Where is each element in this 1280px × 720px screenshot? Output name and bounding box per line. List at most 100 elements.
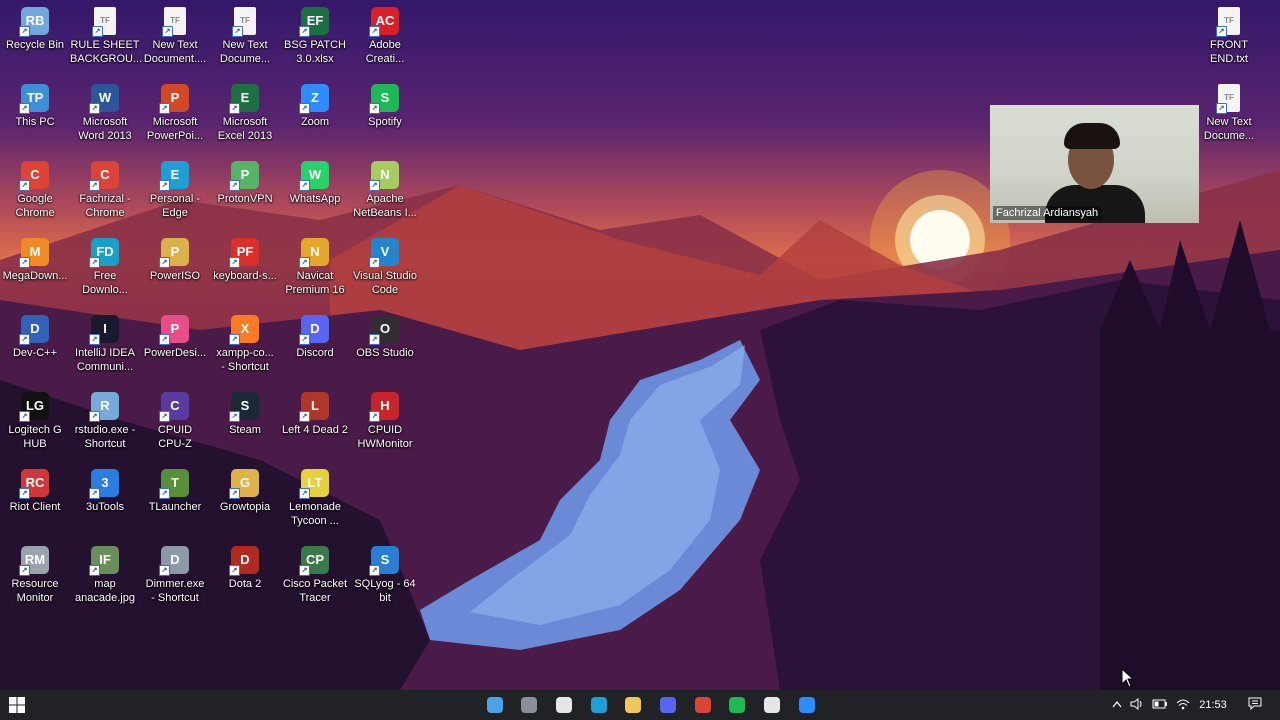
desktop-icon-label: Discord [296, 347, 334, 359]
desktop-icon[interactable]: LT ↗ Lemonade Tycoon ... [280, 465, 350, 539]
shortcut-arrow-icon: ↗ [89, 565, 100, 576]
desktop-icon[interactable]: IF ↗ map anacade.jpg [70, 542, 140, 616]
desktop-icon[interactable]: TF ↗ New Text Docume... [1194, 80, 1264, 154]
desktop-icon[interactable]: O ↗ OBS Studio [350, 311, 420, 385]
desktop[interactable]: RB ↗ Recycle Bin TF ↗ RULE SHEET BACKGROU... T… [0, 0, 1280, 690]
shortcut-arrow-icon: ↗ [19, 565, 30, 576]
shortcut-arrow-icon: ↗ [162, 26, 173, 37]
desktop-icon[interactable]: P ↗ PowerDesi... [140, 311, 210, 385]
desktop-icon[interactable]: H ↗ CPUID HWMonitor [350, 388, 420, 462]
clock-app-icon[interactable] [552, 693, 576, 717]
desktop-icon[interactable]: RB ↗ Recycle Bin [0, 3, 70, 77]
excel-icon: E ↗ [229, 84, 259, 114]
desktop-icon[interactable]: TF ↗ New Text Docume... [210, 3, 280, 77]
battery-icon[interactable] [1148, 699, 1172, 712]
desktop-icon[interactable]: S ↗ Spotify [350, 80, 420, 154]
desktop-icon[interactable]: D ↗ Dota 2 [210, 542, 280, 616]
chrome-icon[interactable] [691, 693, 715, 717]
desktop-icon[interactable]: E ↗ Personal - Edge [140, 157, 210, 231]
shortcut-arrow-icon: ↗ [299, 411, 310, 422]
chevron-up-icon[interactable] [1108, 699, 1126, 711]
desktop-icon[interactable]: C ↗ CPUID CPU-Z [140, 388, 210, 462]
desktop-icon[interactable]: W ↗ WhatsApp [280, 157, 350, 231]
desktop-icon[interactable]: M ↗ MegaDown... [0, 234, 70, 308]
shortcut-arrow-icon: ↗ [89, 488, 100, 499]
desktop-icon[interactable]: Z ↗ Zoom [280, 80, 350, 154]
shortcut-arrow-icon: ↗ [89, 257, 100, 268]
desktop-icon-label: Logitech G HUB [8, 424, 62, 450]
shortcut-arrow-icon: ↗ [89, 180, 100, 191]
shortcut-arrow-icon: ↗ [299, 257, 310, 268]
desktop-icon[interactable]: G ↗ Growtopia [210, 465, 280, 539]
windows-start-icon[interactable] [4, 693, 30, 717]
shortcut-arrow-icon: ↗ [159, 103, 170, 114]
desktop-icon[interactable]: X ↗ xampp-co... - Shortcut [210, 311, 280, 385]
calculator-icon[interactable] [517, 693, 541, 717]
desktop-icon[interactable]: W ↗ Microsoft Word 2013 [70, 80, 140, 154]
desktop-icon[interactable]: TF ↗ FRONT END.txt [1194, 3, 1264, 77]
obs-icon[interactable] [760, 693, 784, 717]
shortcut-arrow-icon: ↗ [159, 565, 170, 576]
desktop-icon-label: Spotify [368, 116, 402, 128]
edge-icon[interactable] [587, 693, 611, 717]
shortcut-arrow-icon: ↗ [369, 565, 380, 576]
shortcut-arrow-icon: ↗ [89, 103, 100, 114]
volume-icon[interactable] [1126, 697, 1148, 713]
desktop-icon[interactable]: TF ↗ RULE SHEET BACKGROU... [70, 3, 142, 77]
desktop-icon[interactable]: FD ↗ Free Downlo... [70, 234, 140, 308]
desktop-icon[interactable]: I ↗ IntelliJ IDEA Communi... [70, 311, 140, 385]
desktop-icon[interactable]: 3 ↗ 3uTools [70, 465, 140, 539]
shortcut-arrow-icon: ↗ [299, 103, 310, 114]
whatsapp-icon: W ↗ [299, 161, 329, 191]
desktop-icon[interactable]: R ↗ rstudio.exe - Shortcut [70, 388, 140, 462]
desktop-icon[interactable]: CP ↗ Cisco Packet Tracer [280, 542, 350, 616]
zoom-icon[interactable] [795, 693, 819, 717]
desktop-icon[interactable]: T ↗ TLauncher [140, 465, 210, 539]
desktop-icon[interactable]: EF ↗ BSG PATCH 3.0.xlsx [280, 3, 350, 77]
desktop-icon[interactable]: C ↗ Fachrizal - Chrome [70, 157, 140, 231]
desktop-icon[interactable]: TP ↗ This PC [0, 80, 70, 154]
desktop-icon-label: Microsoft PowerPoi... [146, 116, 204, 142]
discord-icon[interactable] [656, 693, 680, 717]
desktop-icon[interactable]: D ↗ Discord [280, 311, 350, 385]
navicat-icon: N ↗ [299, 238, 329, 268]
logitech-g-hub-icon: LG ↗ [19, 392, 49, 422]
desktop-icon[interactable]: N ↗ Apache NetBeans I... [350, 157, 420, 231]
desktop-icon[interactable]: E ↗ Microsoft Excel 2013 [210, 80, 280, 154]
desktop-icon[interactable]: C ↗ Google Chrome [0, 157, 70, 231]
desktop-icon[interactable]: AC ↗ Adobe Creati... [350, 3, 420, 77]
desktop-icon[interactable]: N ↗ Navicat Premium 16 [280, 234, 350, 308]
desktop-icon[interactable]: L ↗ Left 4 Dead 2 [280, 388, 350, 462]
desktop-icon[interactable]: S ↗ Steam [210, 388, 280, 462]
desktop-icon[interactable]: D ↗ Dimmer.exe - Shortcut [140, 542, 210, 616]
shortcut-arrow-icon: ↗ [229, 257, 240, 268]
desktop-icon[interactable]: RC ↗ Riot Client [0, 465, 70, 539]
clock[interactable]: 21:53 [1194, 699, 1232, 711]
powerdesigner-icon: P ↗ [159, 315, 189, 345]
desktop-icon[interactable]: PF ↗ keyboard-s... [210, 234, 280, 308]
obs-icon-glyph [764, 697, 780, 713]
steam-icon: S ↗ [229, 392, 259, 422]
desktop-icon[interactable]: RM ↗ Resource Monitor [0, 542, 70, 616]
desktop-icon[interactable]: D ↗ Dev-C++ [0, 311, 70, 385]
desktop-icon[interactable]: V ↗ Visual Studio Code [350, 234, 420, 308]
webcam-person-hair [1064, 123, 1120, 149]
desktop-icon[interactable]: S ↗ SQLyog - 64 bit [350, 542, 420, 616]
desktop-icon[interactable]: P ↗ PowerISO [140, 234, 210, 308]
file-explorer-icon[interactable] [621, 693, 645, 717]
spotify-icon[interactable] [725, 693, 749, 717]
desktop-icon-label: 3uTools [86, 501, 124, 513]
desktop-icon-label: SQLyog - 64 bit [354, 578, 416, 604]
mail-icon[interactable] [483, 693, 507, 717]
desktop-icon[interactable]: P ↗ Microsoft PowerPoi... [140, 80, 210, 154]
notification-icon[interactable] [1232, 697, 1278, 713]
desktop-icon[interactable]: P ↗ ProtonVPN [210, 157, 280, 231]
desktop-icon[interactable]: LG ↗ Logitech G HUB [0, 388, 70, 462]
zoom-icon-glyph [799, 697, 815, 713]
desktop-icon[interactable]: TF ↗ New Text Document.... [140, 3, 210, 77]
wifi-icon[interactable] [1172, 698, 1194, 713]
desktop-icon-label: Cisco Packet Tracer [282, 578, 348, 604]
desktop-icon-label: New Text Document.... [143, 39, 207, 65]
desktop-icon-label: Navicat Premium 16 [285, 270, 345, 296]
recycle-bin-icon: RB ↗ [19, 7, 49, 37]
